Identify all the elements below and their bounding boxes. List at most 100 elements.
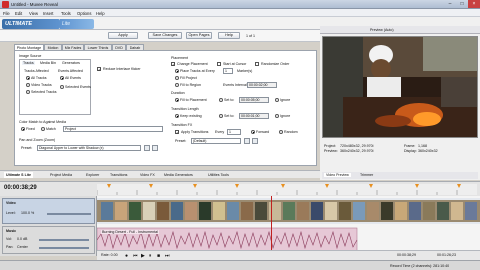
menu-view[interactable]: View: [29, 11, 38, 16]
video-frame: [322, 36, 478, 138]
preview-quality-select[interactable]: Preview (Auto): [370, 28, 394, 32]
selected-events-radio[interactable]: [60, 85, 64, 89]
transition-every-input[interactable]: 1: [227, 129, 241, 135]
match-label: Match: [46, 127, 56, 131]
tab-video-preview[interactable]: Video Preview: [324, 173, 351, 177]
timeline-timecode: 00:00:38;29: [4, 185, 37, 191]
stop-icon[interactable]: ■: [157, 253, 160, 259]
track-headers: Video Level: 100.0 % Music Vol: 0.0 dB P…: [0, 196, 97, 256]
transition-preset-select[interactable]: (Default): [191, 138, 241, 144]
playhead: [271, 196, 272, 256]
tab-explorer[interactable]: Explorer: [84, 172, 101, 178]
title-bar: Untitled - Muvee Reveal – □ ×: [0, 0, 480, 9]
tab-utilities-tools[interactable]: Utilities Tools: [206, 172, 231, 178]
timeline-area[interactable]: Burning Desert - Full - Instrumental: [97, 196, 480, 256]
tab-trimmer[interactable]: Trimmer: [360, 173, 373, 177]
tab-project-media[interactable]: Project Media: [48, 172, 74, 178]
color-match-select[interactable]: Project: [63, 126, 163, 132]
random-radio[interactable]: [279, 130, 283, 134]
video-frame-image: [323, 37, 477, 137]
source-tab-generators[interactable]: Generators: [62, 61, 80, 65]
start-at-cursor-checkbox[interactable]: [217, 62, 221, 66]
transition-set-to-radio[interactable]: [219, 114, 223, 118]
forward-radio[interactable]: [251, 130, 255, 134]
every-input[interactable]: 1: [223, 68, 233, 74]
preview-toolbar: Preview (Auto): [320, 26, 480, 34]
menu-edit[interactable]: Edit: [15, 11, 22, 16]
menu-help[interactable]: Help: [96, 11, 105, 16]
all-events-radio[interactable]: [60, 76, 64, 80]
menu-options[interactable]: Options: [77, 11, 91, 16]
fixed-radio[interactable]: [21, 127, 25, 131]
video-level-value: 100.0 %: [21, 211, 35, 215]
apply-button[interactable]: Apply: [108, 32, 138, 39]
go-to-start-icon[interactable]: ⏮: [133, 253, 138, 259]
fill-to-placement-radio[interactable]: [175, 98, 179, 102]
video-track-header[interactable]: Video Level: 100.0 %: [2, 198, 95, 224]
duration-input[interactable]: 00:00:05;00: [239, 97, 269, 103]
video-tracks-radio[interactable]: [26, 83, 30, 87]
video-track-name: Video: [6, 201, 16, 205]
all-tracks-radio[interactable]: [26, 76, 30, 80]
randomize-order-checkbox[interactable]: [255, 62, 259, 66]
close-icon[interactable]: ×: [468, 0, 480, 8]
minimize-icon[interactable]: –: [444, 0, 456, 8]
apply-transitions-checkbox[interactable]: ✓: [175, 130, 179, 135]
fill-project-radio[interactable]: [175, 76, 179, 80]
settings-panel: Image Source Tracks Media Bin Generators…: [14, 50, 317, 166]
music-track-header[interactable]: Music Vol: 0.0 dB Pan: Center: [2, 226, 95, 254]
info-frame-label: Frame:: [404, 144, 416, 148]
transition-length-input[interactable]: 00:00:01;00: [239, 113, 269, 119]
video-level-slider[interactable]: [47, 213, 91, 215]
page-counter: 1 of 1: [246, 34, 255, 38]
menu-insert[interactable]: Insert: [43, 11, 53, 16]
delete-preset-icon[interactable]: [152, 145, 158, 151]
menu-file[interactable]: File: [3, 11, 10, 16]
help-button[interactable]: Help: [218, 32, 240, 39]
go-to-end-icon[interactable]: ⏭: [165, 253, 170, 259]
place-tracks-radio[interactable]: [175, 69, 179, 73]
start-at-cursor-label: Start at Cursor: [223, 62, 247, 66]
music-vol-value: 0.0 dB: [17, 237, 28, 241]
pan-zoom-preset-select[interactable]: Diagonal Upper to Lower with Shadow (x): [37, 145, 141, 151]
info-preview-label: Preview:: [324, 149, 338, 153]
save-changes-button[interactable]: Save Changes: [148, 32, 182, 39]
transition-save-icon[interactable]: [244, 138, 250, 144]
tab-video-fx[interactable]: Video FX: [138, 172, 157, 178]
transport-bar: Rate: 0.00 ● ⏮ ▶ ⏸ ■ ⏭ 00:00:38;29 00:01…: [97, 250, 480, 260]
record-icon[interactable]: ●: [125, 253, 128, 259]
video-level-label: Level:: [6, 211, 16, 215]
music-pan-slider[interactable]: [39, 247, 89, 249]
save-preset-icon[interactable]: [144, 145, 150, 151]
tab-transitions[interactable]: Transitions: [108, 172, 129, 178]
keep-existing-radio[interactable]: [175, 114, 179, 118]
selected-events-label: Selected Events: [65, 85, 91, 89]
all-events-label: All Events: [65, 76, 81, 80]
menu-tools[interactable]: Tools: [61, 11, 71, 16]
play-icon[interactable]: ▶: [141, 253, 145, 259]
change-placement-checkbox[interactable]: ✓: [171, 62, 175, 67]
timeline-ruler[interactable]: [97, 184, 477, 195]
match-radio[interactable]: [41, 127, 45, 131]
music-vol-slider[interactable]: [39, 239, 89, 241]
timeline-tracks: [97, 196, 480, 256]
events-interval-input[interactable]: 00:00:02;00: [247, 82, 277, 88]
reduce-interlace-checkbox[interactable]: ✓: [97, 67, 101, 72]
transition-ignore-radio[interactable]: [275, 114, 279, 118]
tab-ultimate-s-lite[interactable]: Ultimate S Lite: [4, 172, 33, 178]
maximize-icon[interactable]: □: [456, 0, 468, 8]
tab-media-generators[interactable]: Media Generators: [162, 172, 195, 178]
fill-region-radio[interactable]: [175, 83, 179, 87]
transition-delete-icon[interactable]: [252, 138, 258, 144]
status-bar: Record Time (2 channels): 281:10:40: [0, 260, 480, 270]
pause-icon[interactable]: ⏸: [149, 253, 152, 259]
source-tab-tracks[interactable]: Tracks: [22, 61, 35, 65]
record-time-status: Record Time (2 channels): 281:10:40: [390, 264, 450, 268]
video-clip-strip: [97, 200, 480, 222]
source-tab-media-bin[interactable]: Media Bin: [40, 61, 56, 65]
selected-tracks-radio[interactable]: [26, 90, 30, 94]
transition-length-title: Transition Length: [171, 107, 199, 111]
duration-ignore-radio[interactable]: [275, 98, 279, 102]
open-pages-button[interactable]: Open Pages: [186, 32, 212, 39]
duration-set-to-radio[interactable]: [219, 98, 223, 102]
